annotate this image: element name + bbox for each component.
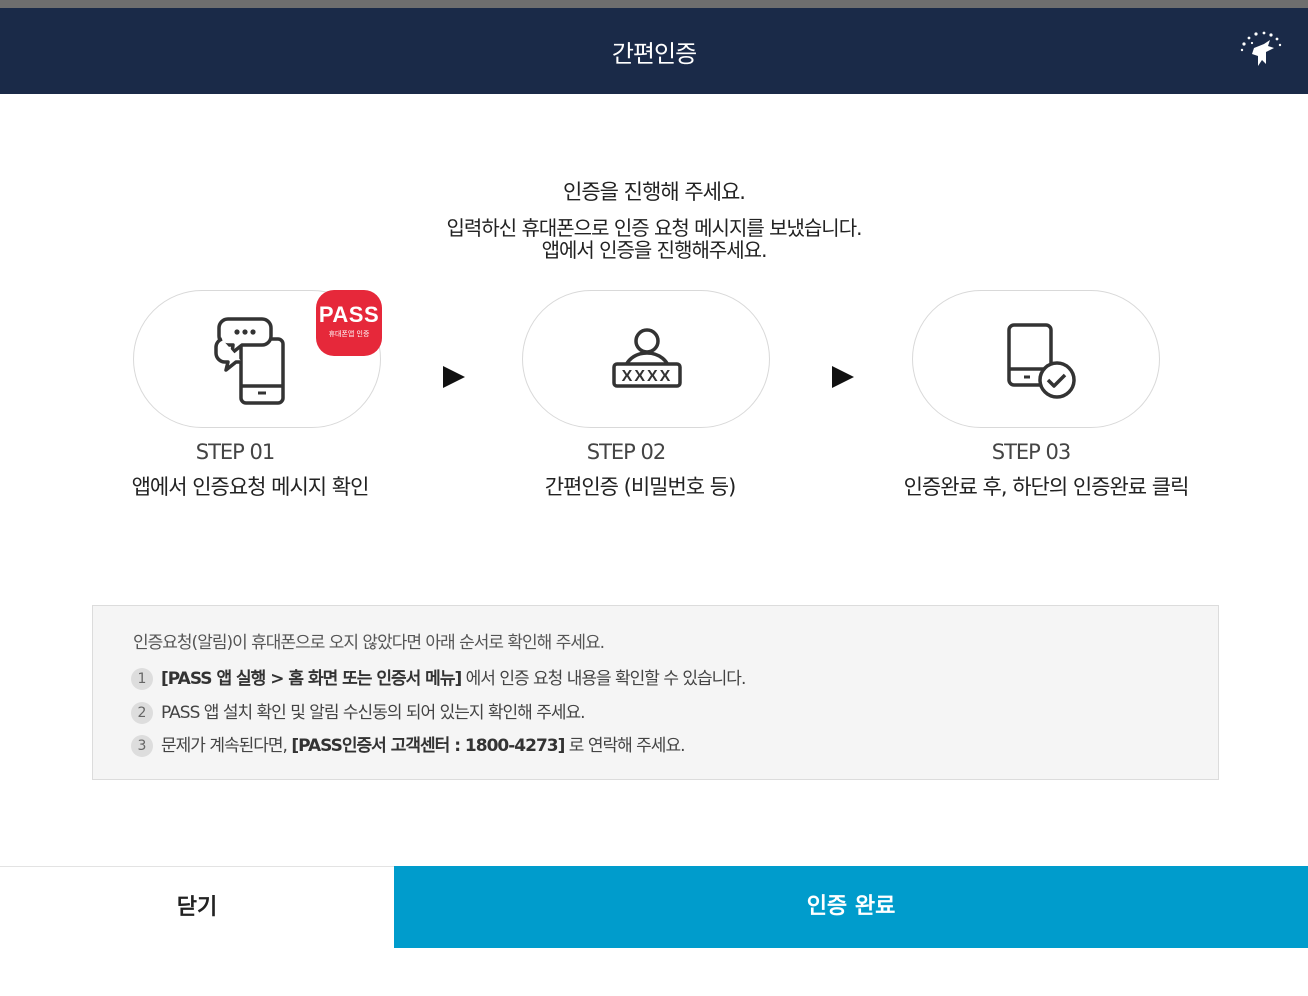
- step-1-number: STEP 01: [195, 440, 276, 464]
- notice-item-3-pre: 문제가 계속된다면,: [161, 736, 292, 756]
- notice-lead: 인증요청(알림)이 휴대폰으로 오지 않았다면 아래 순서로 확인해 주세요.: [133, 633, 605, 653]
- notice-item-2: 2 PASS 앱 설치 확인 및 알림 수신동의 되어 있는지 확인해 주세요.: [131, 698, 586, 724]
- notice-number-2: 2: [131, 702, 153, 724]
- notice-item-2-text: PASS 앱 설치 확인 및 알림 수신동의 되어 있는지 확인해 주세요.: [161, 703, 586, 723]
- header-bar: 간편인증: [0, 8, 1308, 94]
- pass-badge-title: PASS: [318, 302, 380, 327]
- intro-line-3: 앱에서 인증을 진행해주세요.: [541, 238, 768, 262]
- notice-item-1-text: 에서 인증 요청 내용을 확인할 수 있습니다.: [461, 669, 747, 689]
- pass-badge-subtitle: 휴대폰앱 인증: [328, 330, 370, 338]
- step-3-card: [912, 290, 1160, 428]
- step-2-number: STEP 02: [586, 440, 667, 464]
- notice-item-3-text: 로 연락해 주세요.: [564, 736, 686, 756]
- help-notice-box: 인증요청(알림)이 휴대폰으로 오지 않았다면 아래 순서로 확인해 주세요. …: [92, 605, 1219, 780]
- step-3-number: STEP 03: [991, 440, 1072, 464]
- notice-item-3-bold: [PASS인증서 고객센터 : 1800-4273]: [291, 736, 565, 756]
- auth-complete-button[interactable]: 인증 완료: [394, 866, 1308, 948]
- page-title: 간편인증: [611, 40, 697, 68]
- step-3-description: 인증완료 후, 하단의 인증완료 클릭: [903, 475, 1190, 499]
- step-arrow-1: [443, 366, 465, 388]
- intro-text: 입력하신 휴대폰으로 인증 요청 메시지를 보냈습니다. 앱에서 인증을 진행해…: [0, 217, 1308, 261]
- notice-item-1: 1 [PASS 앱 실행 > 홈 화면 또는 인증서 메뉴] 에서 인증 요청 내…: [131, 664, 747, 690]
- password-mask-text: XXXX: [622, 368, 673, 385]
- notice-number-3: 3: [131, 735, 153, 757]
- user-password-icon: XXXX: [612, 328, 682, 388]
- window-top-border: [0, 0, 1308, 8]
- notice-item-3: 3 문제가 계속된다면, [PASS인증서 고객센터 : 1800-4273] 로…: [131, 731, 686, 757]
- pass-app-badge: PASS 휴대폰앱 인증: [316, 290, 382, 356]
- intro-heading: 인증을 진행해 주세요.: [563, 180, 746, 204]
- pegasus-logo-icon: [1240, 31, 1282, 66]
- close-button[interactable]: 닫기: [0, 866, 394, 948]
- step-1-description: 앱에서 인증요청 메시지 확인: [131, 475, 370, 499]
- step-2-card: XXXX: [522, 290, 770, 428]
- phone-check-icon: [1007, 323, 1076, 399]
- notice-number-1: 1: [131, 668, 153, 690]
- intro-line-2: 입력하신 휴대폰으로 인증 요청 메시지를 보냈습니다.: [446, 216, 863, 240]
- notice-item-1-bold: [PASS 앱 실행 > 홈 화면 또는 인증서 메뉴]: [161, 669, 462, 689]
- step-2-description: 간편인증 (비밀번호 등): [544, 475, 737, 499]
- step-arrow-2: [832, 366, 854, 388]
